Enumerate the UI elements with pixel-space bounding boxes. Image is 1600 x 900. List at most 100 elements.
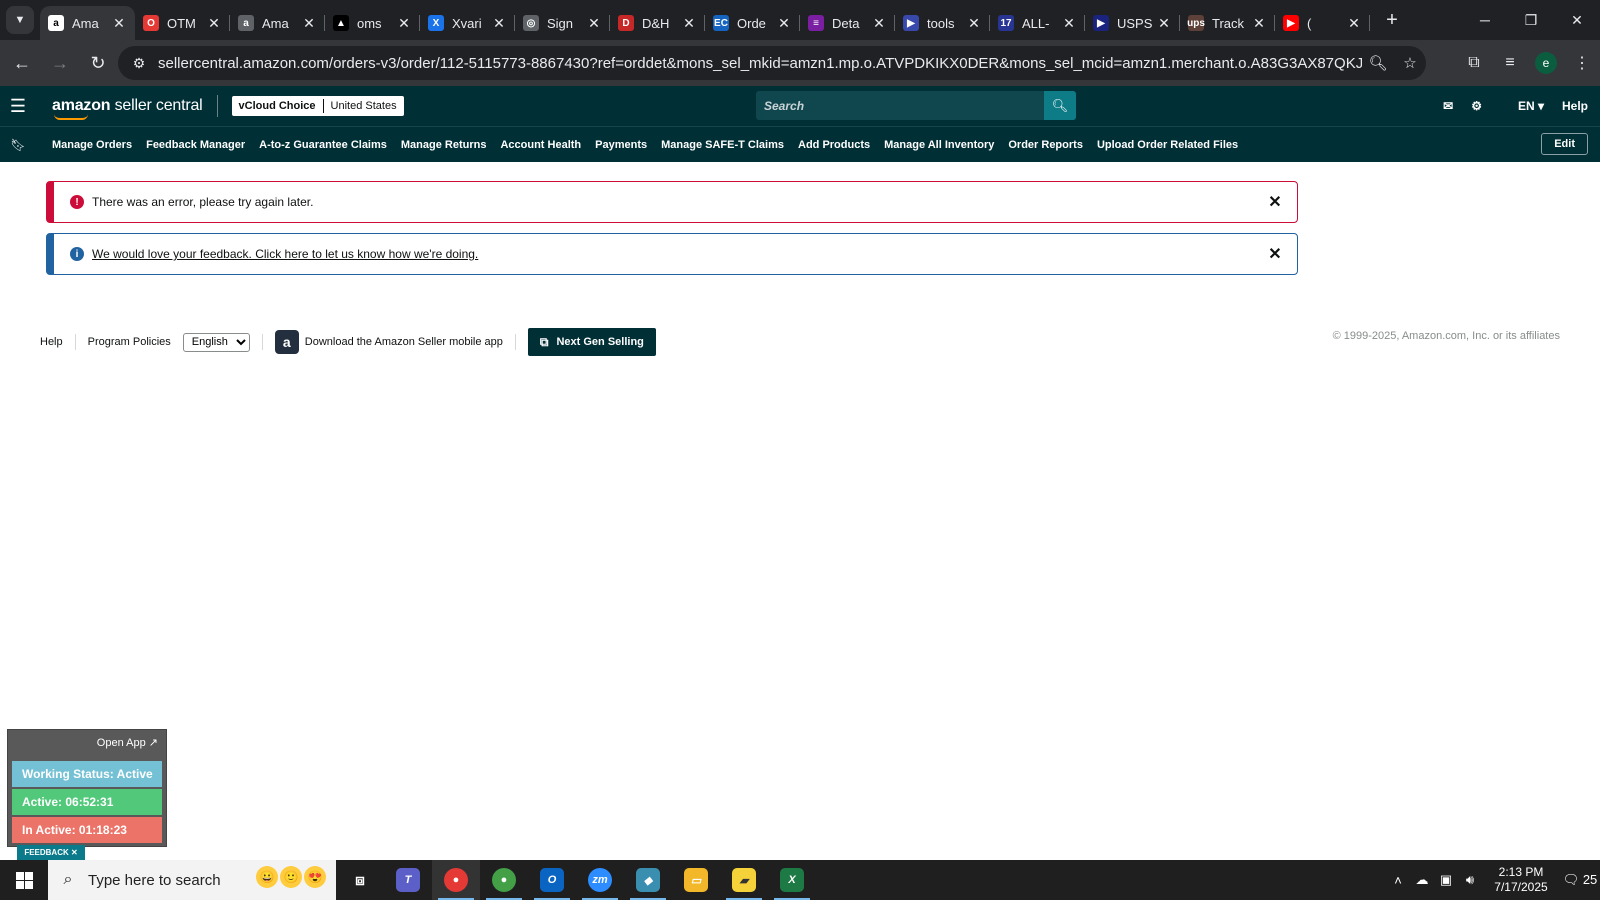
close-tab-icon[interactable]: ✕ [586,15,602,32]
browser-tab[interactable]: ◎ Sign ✕ [515,6,610,40]
search-input[interactable]: Search [756,91,1044,120]
nav-link[interactable]: Payments [595,139,647,151]
network-icon[interactable]: ▣ [1434,872,1458,888]
amazon-app-icon[interactable]: a [274,330,299,354]
help-link[interactable]: Help [1562,99,1588,113]
excel-icon[interactable]: X [768,860,816,900]
browser-tab[interactable]: X Xvari ✕ [420,6,515,40]
mail-icon[interactable]: ✉ [1443,99,1453,113]
close-icon[interactable]: ✕ [1267,244,1283,264]
nav-link[interactable]: Add Products [798,139,870,151]
file-explorer-icon[interactable]: ▭ [672,860,720,900]
extensions-icon[interactable]: ⧉ [1456,54,1492,72]
back-button[interactable]: ← [6,47,38,79]
search-button[interactable]: 🔍︎ [1044,91,1076,120]
browser-tab[interactable]: D D&H ✕ [610,6,705,40]
close-tab-icon[interactable]: ✕ [1156,15,1172,32]
chevron-up-icon[interactable]: ˄ [1386,873,1410,888]
language-selector[interactable]: EN ▾ [1500,99,1544,113]
nav-link[interactable]: Upload Order Related Files [1097,139,1238,151]
forward-button[interactable]: → [44,47,76,79]
close-tab-icon[interactable]: ✕ [871,15,887,32]
close-tab-icon[interactable]: ✕ [681,15,697,32]
nav-link[interactable]: Manage All Inventory [884,139,994,151]
task-view-icon[interactable]: ⧈ [336,860,384,900]
browser-tab[interactable]: ▶ USPS ✕ [1085,6,1180,40]
browser-tab-strip: ▼ a Ama ✕ O OTM ✕ a Ama ✕ ▲ oms ✕ X Xvari ✕ ◎ Sign ✕ D D&H ✕… [0,0,1600,40]
close-tab-icon[interactable]: ✕ [1061,15,1077,32]
browser-tab[interactable]: EC Orde ✕ [705,6,800,40]
nav-link[interactable]: Order Reports [1008,139,1083,151]
nav-link[interactable]: Account Health [500,139,581,151]
bookmark-star-icon[interactable]: ☆ [1394,54,1426,72]
mobile-app-link[interactable]: Download the Amazon Seller mobile app [305,336,503,348]
zoom-icon[interactable]: 🔍︎ [1362,54,1394,72]
new-tab-button[interactable]: + [1378,9,1406,32]
browser-tab[interactable]: ups Track ✕ [1180,6,1275,40]
browser-tab[interactable]: a Ama ✕ [40,6,135,40]
zoom-app-icon[interactable]: zm [576,860,624,900]
teams-icon[interactable]: T [384,860,432,900]
close-tab-icon[interactable]: ✕ [776,15,792,32]
sticky-notes-icon[interactable]: ▰ [720,860,768,900]
close-tab-icon[interactable]: ✕ [1251,15,1267,32]
page-footer: Help Program Policies English a Download… [40,328,1560,356]
nav-link[interactable]: Manage Returns [401,139,487,151]
browser-tab[interactable]: a Ama ✕ [230,6,325,40]
menu-kebab-icon[interactable]: ⋮ [1564,53,1600,73]
url-text[interactable]: sellercentral.amazon.com/orders-v3/order… [158,55,1362,72]
browser-tab[interactable]: ▶ tools ✕ [895,6,990,40]
tab-search-button[interactable]: ▼ [6,6,34,34]
close-icon[interactable]: ✕ [1267,192,1283,212]
open-app-link[interactable]: Open App ↗ [97,736,158,749]
app-diamond-icon[interactable]: ◆ [624,860,672,900]
volume-icon[interactable]: 🔊︎ [1458,872,1482,888]
reload-button[interactable]: ↻ [82,47,114,79]
taskbar-search[interactable]: ⌕ Type here to search 😀 🙂 😍 [48,860,336,900]
hamburger-menu-icon[interactable]: ☰ [0,96,36,117]
close-tab-icon[interactable]: ✕ [491,15,507,32]
notification-center[interactable]: 🗨︎ 25 [1560,872,1600,888]
clock[interactable]: 2:13 PM 7/17/2025 [1482,865,1560,895]
next-gen-selling-button[interactable]: ⧉ Next Gen Selling [527,328,656,356]
chrome-profile-icon[interactable]: ● [480,860,528,900]
browser-tab[interactable]: O OTM ✕ [135,6,230,40]
nav-link[interactable]: Manage SAFE-T Claims [661,139,784,151]
nav-link[interactable]: Manage Orders [52,139,132,151]
nav-link[interactable]: A-to-z Guarantee Claims [259,139,387,151]
bookmark-icon[interactable]: 🔖︎ [0,138,36,152]
profile-avatar[interactable]: e [1535,52,1557,74]
restore-button[interactable]: ❐ [1508,0,1554,40]
minimize-button[interactable]: ─ [1462,0,1508,40]
feedback-tab[interactable]: FEEDBACK ✕ [17,845,85,860]
close-tab-icon[interactable]: ✕ [396,15,412,32]
program-policies-link[interactable]: Program Policies [88,336,171,348]
close-tab-icon[interactable]: ✕ [206,15,222,32]
close-tab-icon[interactable]: ✕ [111,15,127,32]
browser-tab[interactable]: ▲ oms ✕ [325,6,420,40]
media-control-icon[interactable]: ≡ [1492,54,1528,72]
address-bar[interactable]: ⚙ sellercentral.amazon.com/orders-v3/ord… [118,46,1426,80]
browser-tab[interactable]: 17 ALL- ✕ [990,6,1085,40]
onedrive-icon[interactable]: ☁ [1410,872,1434,888]
feedback-link[interactable]: We would love your feedback. Click here … [92,247,1267,261]
gear-icon[interactable]: ⚙ [1471,99,1482,113]
seller-central-logo[interactable]: amazon seller central [52,97,203,120]
store-switcher[interactable]: vCloud Choice United States [231,96,404,116]
footer-help-link[interactable]: Help [40,336,63,348]
close-tab-icon[interactable]: ✕ [1346,15,1362,32]
chrome-icon[interactable]: ● [432,860,480,900]
toolbar-right: ⧉ ≡ e ⋮ [1456,40,1600,86]
browser-tab[interactable]: ≡ Deta ✕ [800,6,895,40]
site-info-icon[interactable]: ⚙ [124,55,154,72]
close-window-button[interactable]: ✕ [1554,0,1600,40]
start-button[interactable] [0,860,48,900]
language-select[interactable]: English [182,332,250,352]
nav-link[interactable]: Feedback Manager [146,139,245,151]
close-tab-icon[interactable]: ✕ [966,15,982,32]
outlook-icon[interactable]: O [528,860,576,900]
info-alert: i We would love your feedback. Click her… [46,233,1298,275]
close-tab-icon[interactable]: ✕ [301,15,317,32]
edit-nav-button[interactable]: Edit [1541,133,1588,155]
browser-tab[interactable]: ▶ (✕ [1275,6,1370,40]
